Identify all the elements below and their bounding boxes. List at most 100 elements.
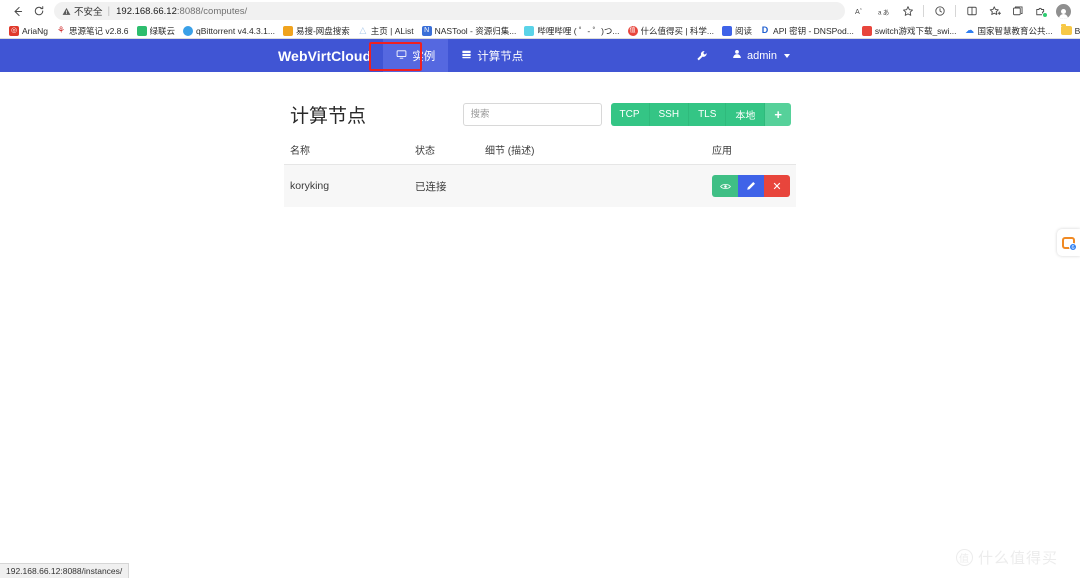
svg-text:あ: あ bbox=[882, 8, 888, 16]
reload-icon[interactable] bbox=[28, 1, 50, 21]
bookmark-label: 哔哩哔哩 ( ゜- ゜)つ... bbox=[537, 25, 620, 36]
clipboard-icon: 6 bbox=[1062, 236, 1077, 251]
navbar-right: admin bbox=[682, 39, 800, 72]
bookmark-folder[interactable]: B2B bbox=[1057, 24, 1080, 38]
wrench-icon[interactable] bbox=[682, 39, 722, 72]
nav-item-instances[interactable]: 实例 bbox=[383, 39, 449, 72]
status-bar-url: 192.168.66.12:8088/instances/ bbox=[6, 566, 123, 576]
omnibox-divider: | bbox=[107, 5, 111, 17]
app-brand[interactable]: WebVirtCloud bbox=[270, 39, 383, 72]
bookmark-item[interactable]: D API 密钥 - DNSPod... bbox=[756, 24, 858, 38]
delete-button[interactable]: ✕ bbox=[764, 175, 790, 197]
nav-item-computes[interactable]: 计算节点 bbox=[448, 39, 536, 72]
bookmark-item[interactable]: N NASTool - 资源归集... bbox=[418, 24, 521, 38]
address-bar[interactable]: 不安全 | 192.168.66.12:8088/computes/ bbox=[54, 2, 845, 20]
toolbar-divider bbox=[923, 5, 924, 17]
cell-status: 已连接 bbox=[415, 180, 447, 193]
server-icon bbox=[461, 49, 472, 63]
browser-toolbar: 不安全 | 192.168.66.12:8088/computes/ A ʱ a… bbox=[0, 0, 1080, 22]
status-bar: 192.168.66.12:8088/instances/ bbox=[0, 563, 130, 578]
bookmark-item[interactable]: 阅读 bbox=[718, 24, 756, 38]
bookmark-favicon: ◎ bbox=[9, 25, 19, 36]
bookmark-favicon bbox=[183, 25, 194, 36]
user-menu[interactable]: admin bbox=[722, 49, 800, 62]
bookmark-label: 什么值得买 | 科学... bbox=[640, 25, 715, 36]
folder-icon bbox=[1060, 24, 1072, 35]
bookmark-label: switch游戏下载_swi... bbox=[874, 25, 957, 36]
bookmark-favicon bbox=[524, 25, 535, 36]
column-header-name: 名称 bbox=[290, 146, 310, 157]
bookmark-label: API 密钥 - DNSPod... bbox=[773, 25, 854, 36]
watermark: 值 什么值得买 bbox=[955, 547, 1058, 568]
translate-icon[interactable]: a あ bbox=[874, 1, 895, 21]
add-button[interactable]: + bbox=[765, 102, 791, 126]
table-header-row: 名称 状态 细节 (描述) 应用 bbox=[284, 135, 796, 165]
local-button[interactable]: 本地 bbox=[726, 102, 766, 126]
read-aloud-icon[interactable]: A ʱ bbox=[851, 1, 872, 21]
split-screen-icon[interactable] bbox=[961, 1, 982, 21]
nav-item-computes-label: 计算节点 bbox=[477, 50, 524, 63]
navbar-spacer bbox=[536, 39, 682, 72]
bookmark-label: NASTool - 资源归集... bbox=[434, 25, 517, 36]
table-row: koryking 已连接 ✕ bbox=[284, 165, 796, 207]
browser-chrome: 不安全 | 192.168.66.12:8088/computes/ A ʱ a… bbox=[0, 0, 1080, 39]
profile-avatar[interactable] bbox=[1053, 1, 1074, 21]
tcp-button[interactable]: TCP bbox=[610, 102, 650, 126]
clipboard-badge: 6 bbox=[1069, 242, 1077, 251]
extensions-icon[interactable] bbox=[1030, 1, 1051, 21]
bookmark-label: 阅读 bbox=[735, 25, 753, 36]
user-icon bbox=[732, 49, 742, 62]
security-status-label: 不安全 bbox=[74, 7, 103, 18]
toolbar-divider-2 bbox=[955, 5, 956, 17]
bookmark-item[interactable]: ◎ AriaNg bbox=[5, 24, 52, 38]
history-icon[interactable] bbox=[929, 1, 950, 21]
bookmark-item[interactable]: 绿联云 bbox=[133, 24, 180, 38]
svg-text:A: A bbox=[855, 8, 860, 16]
tls-button[interactable]: TLS bbox=[689, 102, 727, 126]
chevron-down-icon bbox=[784, 53, 790, 58]
bookmark-label: AriaNg bbox=[22, 25, 48, 36]
bookmark-favicon: ☁ bbox=[965, 25, 975, 35]
column-header-status: 状态 bbox=[415, 146, 435, 157]
collections-icon[interactable] bbox=[1007, 1, 1028, 21]
bookmark-item[interactable]: ☁ 国家智慧教育公共... bbox=[961, 24, 1057, 38]
bookmark-item[interactable]: 哔哩哔哩 ( ゜- ゜)つ... bbox=[520, 24, 623, 38]
extensions-badge bbox=[1042, 12, 1048, 18]
ssh-button[interactable]: SSH bbox=[649, 102, 690, 126]
app-navbar: WebVirtCloud 实例 计算节点 admin bbox=[0, 39, 1080, 72]
navbar-inner: WebVirtCloud 实例 计算节点 admin bbox=[0, 39, 1080, 72]
bookmarks-bar: ◎ AriaNg ⚘ 思源笔记 v2.8.6 绿联云 qBittorrent v… bbox=[0, 22, 1080, 39]
card-header: 计算节点 TCP SSH TLS 本地 + bbox=[284, 93, 796, 135]
watermark-text: 什么值得买 bbox=[977, 550, 1058, 567]
bookmark-favicon bbox=[282, 25, 293, 36]
bookmark-favicon: 值 bbox=[627, 25, 638, 36]
bookmark-item[interactable]: △ 主页 | AList bbox=[354, 24, 418, 38]
bookmark-item[interactable]: switch游戏下载_swi... bbox=[858, 24, 961, 38]
favorite-star-icon[interactable] bbox=[897, 1, 918, 21]
bookmark-favicon: △ bbox=[359, 25, 367, 35]
user-menu-label: admin bbox=[747, 49, 777, 62]
cell-name: koryking bbox=[290, 180, 330, 192]
bookmark-item[interactable]: qBittorrent v4.4.3.1... bbox=[179, 24, 279, 38]
bookmark-label: 绿联云 bbox=[149, 25, 176, 36]
column-header-apply: 应用 bbox=[712, 146, 732, 157]
monitor-icon bbox=[396, 49, 407, 63]
bookmark-label: qBittorrent v4.4.3.1... bbox=[196, 25, 275, 36]
content-area: 计算节点 TCP SSH TLS 本地 + 名称 状态 细节 (描述) 应用 k… bbox=[0, 72, 1080, 207]
connection-type-button-group: TCP SSH TLS 本地 + bbox=[610, 102, 791, 126]
back-arrow-icon[interactable] bbox=[6, 1, 28, 21]
nav-item-instances-label: 实例 bbox=[412, 50, 436, 63]
bookmark-item[interactable]: 易搜-网盘搜索 bbox=[279, 24, 354, 38]
bookmark-favicon: ⚘ bbox=[56, 25, 66, 35]
url-path: :8088/computes/ bbox=[176, 5, 248, 17]
clipboard-widget[interactable]: 6 bbox=[1057, 229, 1080, 256]
computes-card: 计算节点 TCP SSH TLS 本地 + 名称 状态 细节 (描述) 应用 k… bbox=[284, 93, 796, 207]
bookmark-item[interactable]: 值 什么值得买 | 科学... bbox=[624, 24, 719, 38]
search-input[interactable] bbox=[462, 102, 602, 126]
bookmark-label: 易搜-网盘搜索 bbox=[295, 25, 350, 36]
view-button[interactable] bbox=[712, 175, 738, 197]
bookmark-item[interactable]: ⚘ 思源笔记 v2.8.6 bbox=[52, 24, 133, 38]
bookmark-favicon bbox=[861, 25, 872, 36]
add-favorite-icon[interactable] bbox=[984, 1, 1005, 21]
edit-button[interactable] bbox=[738, 175, 764, 197]
